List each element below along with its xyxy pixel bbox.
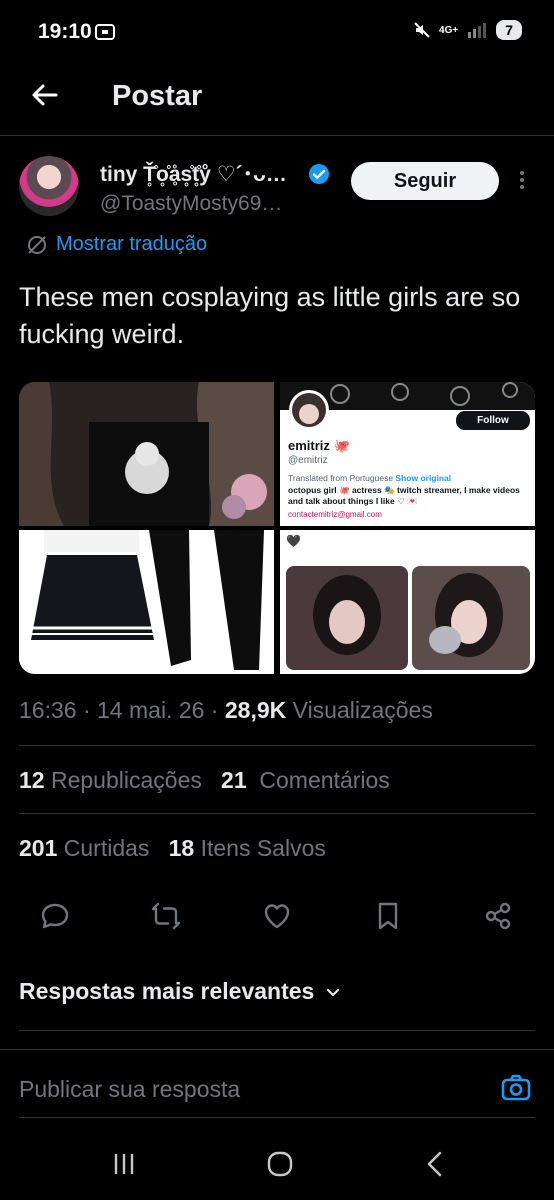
comments-stat[interactable]: 21 Comentários (221, 767, 390, 793)
recent-apps-icon[interactable] (108, 1148, 140, 1180)
media-selfies[interactable]: 🖤 (280, 530, 535, 674)
tweet-text: These men cosplaying as little girls are… (19, 282, 521, 349)
reposts-stat[interactable]: 12 Republicações (19, 767, 202, 793)
page-title: Postar (112, 80, 203, 112)
shirt-photo (19, 382, 274, 526)
embedded-translated-note: Translated from Portuguese Show original (288, 473, 451, 483)
likes-count: 201 (19, 835, 58, 861)
signal-icon (468, 23, 487, 38)
author-handle[interactable]: @ToastyMosty69… (100, 192, 282, 216)
network-label: 4G+ (439, 24, 459, 36)
embedded-bio: octopus girl 🐙 actress 🎭 twitch streamer… (288, 485, 520, 506)
system-back-icon[interactable] (420, 1148, 452, 1180)
divider (19, 745, 535, 746)
chevron-down-icon (327, 988, 340, 996)
battery-indicator: 7 (496, 20, 522, 40)
embedded-profile-handle: @emitriz (288, 455, 328, 466)
show-translation-label: Mostrar tradução (56, 233, 208, 255)
reply-icon[interactable] (39, 900, 71, 932)
repost-icon[interactable] (150, 900, 182, 932)
stats-row-2: 201 Curtidas 18 Itens Salvos (19, 835, 326, 862)
embedded-follow-button: Follow (477, 415, 509, 426)
system-nav-bar (0, 1130, 554, 1200)
embedded-translated-label: Translated from Portuguese (288, 473, 394, 483)
media-skirt-photo[interactable] (19, 530, 274, 674)
comments-count: 21 (221, 767, 247, 793)
likes-stat[interactable]: 201 Curtidas (19, 835, 149, 861)
more-options-icon[interactable] (514, 168, 530, 196)
tweet-time: 16:36 (19, 697, 77, 723)
verified-badge-icon (309, 164, 329, 184)
reposts-label: Republicações (50, 767, 202, 793)
reply-input[interactable]: Publicar sua resposta (19, 1076, 240, 1103)
media-grid[interactable]: Follow emitriz 🐙 @emitriz Translated fro… (19, 382, 535, 674)
tweet-date: 14 mai. 26 (97, 697, 205, 723)
like-heart-icon[interactable] (261, 900, 293, 932)
media-photo-shirt[interactable] (19, 382, 274, 526)
author-name[interactable]: tiny Ť̥̊o̥̊ḁ̊s̥̊t̥̊ẙ ♡´･ᴗ… (100, 158, 287, 188)
share-icon[interactable] (482, 900, 514, 932)
top-bar: Postar (0, 64, 554, 136)
tweet-meta: 16:36 · 14 mai. 26 · 28,9K Visualizações (19, 697, 433, 723)
embedded-show-original: Show original (395, 473, 452, 483)
saves-label: Itens Salvos (200, 835, 326, 861)
likes-label: Curtidas (63, 835, 150, 861)
selfie-photos (286, 566, 530, 670)
embedded-email: contactemitriz@gmail.com (288, 510, 382, 519)
status-bar: 19:10 4G+ 7 (0, 0, 554, 64)
home-icon[interactable] (264, 1148, 296, 1180)
comments-label: Comentários (259, 767, 390, 793)
composer-underline (19, 1117, 535, 1118)
divider (19, 813, 535, 814)
camera-icon[interactable] (500, 1072, 532, 1104)
translate-icon (28, 235, 46, 254)
saves-count: 18 (168, 835, 195, 861)
show-translation-link[interactable]: Mostrar tradução (26, 233, 207, 256)
views-count: 28,9K (224, 697, 287, 723)
skirt-and-stockings (19, 530, 274, 674)
author-avatar[interactable] (19, 156, 79, 216)
stats-row-1: 12 Republicações 21 Comentários (19, 767, 390, 794)
saves-stat[interactable]: 18 Itens Salvos (169, 835, 326, 861)
status-icons: 4G+ 7 (413, 20, 522, 40)
reposts-count: 12 (19, 767, 45, 793)
follow-button[interactable]: Seguir (351, 162, 499, 200)
mute-icon (414, 22, 430, 38)
back-arrow-icon[interactable] (28, 78, 62, 112)
bookmark-icon[interactable] (372, 900, 404, 932)
status-time: 19:10 (38, 20, 92, 43)
replies-header-label: Respostas mais relevantes (19, 978, 315, 1004)
media-profile-screenshot[interactable]: Follow emitriz 🐙 @emitriz Translated fro… (280, 382, 535, 526)
views-label: Visualizações (292, 697, 433, 723)
divider (19, 1030, 535, 1031)
embedded-profile-name: emitriz 🐙 (288, 438, 350, 453)
action-bar (0, 900, 554, 940)
heart-label: 🖤 (286, 534, 301, 548)
screenshot-icon (95, 24, 115, 40)
replies-sort-dropdown[interactable]: Respostas mais relevantes (19, 978, 342, 1005)
